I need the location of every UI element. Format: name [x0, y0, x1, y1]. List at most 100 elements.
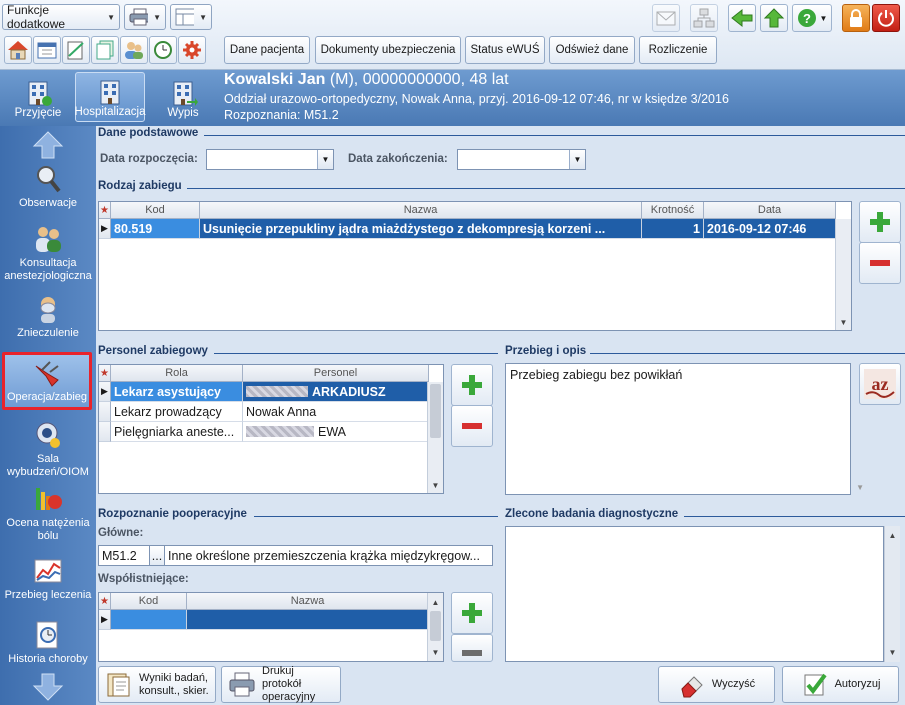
refresh-data-label: Odśwież dane	[555, 44, 629, 56]
ordered-tests-scrollbar[interactable]: ▲ ▼	[884, 526, 900, 662]
remove-procedure-button[interactable]	[859, 242, 901, 284]
staff-grid[interactable]: ★ Rola Personel ▶ Lekarz asystujący ARKA…	[98, 364, 444, 494]
nav-scroll-up[interactable]	[0, 130, 96, 160]
staff-person[interactable]: ARKADIUSZ	[243, 382, 429, 402]
message-button[interactable]	[652, 4, 680, 32]
chevron-down-icon[interactable]: ▼	[885, 644, 900, 660]
nav-item-treatment-course-label: Przebieg leczenia	[4, 589, 92, 601]
nav-item-anesthesia-consultation-label: Konsultacja anestezjologiczna	[4, 257, 92, 282]
lock-icon	[850, 9, 862, 27]
power-button[interactable]	[872, 4, 900, 32]
network-button[interactable]	[690, 4, 718, 32]
chevron-up-icon[interactable]: ▲	[428, 594, 443, 610]
diagnosis-lookup-button[interactable]: ...	[149, 545, 165, 566]
procedure-grid[interactable]: ★ Kod Nazwa Krotność Data ▶ 80.519 Usuni…	[98, 201, 852, 331]
nav-item-treatment-course[interactable]: Przebieg leczenia	[0, 556, 96, 602]
ordered-tests-textarea[interactable]	[505, 526, 884, 662]
coexisting-code-cell[interactable]	[111, 610, 187, 630]
procedure-scrollbar[interactable]: ▼	[835, 219, 851, 330]
spellcheck-button[interactable]: az	[859, 363, 901, 405]
clear-button[interactable]: Wyczyść	[658, 666, 775, 703]
col-name[interactable]: Nazwa	[187, 593, 429, 610]
chevron-down-icon[interactable]: ▼	[317, 150, 333, 169]
patients-button[interactable]	[120, 36, 148, 64]
chevron-down-icon[interactable]: ▼	[428, 644, 443, 660]
col-role[interactable]: Rola	[111, 365, 243, 382]
remove-staff-button[interactable]	[451, 405, 493, 447]
history-button[interactable]	[149, 36, 177, 64]
documents-button[interactable]	[91, 36, 119, 64]
home-button[interactable]	[4, 36, 32, 64]
staff-person-name: EWA	[318, 424, 347, 439]
staff-role[interactable]: Lekarz asystujący	[111, 382, 243, 402]
view-dropdown[interactable]: ▼	[170, 4, 212, 30]
up-button[interactable]	[760, 4, 788, 32]
coexisting-scrollbar[interactable]: ▲ ▼	[427, 593, 443, 661]
add-procedure-button[interactable]	[859, 201, 901, 243]
chevron-down-icon[interactable]: ▼	[428, 477, 443, 493]
print-dropdown[interactable]: ▼	[124, 4, 166, 30]
calendar-button[interactable]	[33, 36, 61, 64]
procedure-multiplicity[interactable]: 1	[642, 219, 704, 239]
mode-admission[interactable]: Przyjęcie	[3, 72, 73, 122]
main-diagnosis-code-input[interactable]: M51.2	[98, 545, 150, 566]
settlement-button[interactable]: Rozliczenie	[639, 36, 717, 64]
staff-person-name: Nowak Anna	[246, 404, 317, 419]
add-coexisting-button[interactable]	[451, 592, 493, 634]
procedure-name[interactable]: Usunięcie przepukliny jądra miażdżystego…	[200, 219, 642, 239]
back-button[interactable]	[728, 4, 756, 32]
nav-item-observations[interactable]: Obserwacje	[0, 164, 96, 210]
chevron-down-icon[interactable]: ▼	[836, 314, 851, 330]
nav-item-anesthesia-label: Znieczulenie	[17, 327, 79, 339]
col-code[interactable]: Kod	[111, 593, 187, 610]
notes-button[interactable]	[62, 36, 90, 64]
additional-functions-dropdown[interactable]: Funkcje dodatkowe ▼	[2, 3, 120, 31]
col-personnel[interactable]: Personel	[243, 365, 429, 382]
procedure-date[interactable]: 2016-09-12 07:46	[704, 219, 836, 239]
scrollbar-thumb[interactable]	[430, 384, 441, 438]
coexisting-grid[interactable]: ★ Kod Nazwa ▶ ▲ ▼	[98, 592, 444, 662]
patient-data-button[interactable]: Dane pacjenta	[224, 36, 310, 64]
lock-button[interactable]	[842, 4, 870, 32]
results-button[interactable]: Wyniki badań, konsult., skier.	[98, 666, 216, 703]
refresh-data-button[interactable]: Odśwież dane	[549, 36, 635, 64]
staff-person[interactable]: Nowak Anna	[243, 402, 429, 422]
scrollbar-thumb[interactable]	[430, 611, 441, 641]
mode-hospitalization[interactable]: Hospitalizacja	[75, 72, 145, 122]
tools-button[interactable]	[178, 36, 206, 64]
nav-item-operation[interactable]: Operacja/zabieg	[2, 352, 92, 410]
coexisting-name-cell[interactable]	[187, 610, 429, 630]
discharge-building-icon	[173, 81, 198, 106]
help-dropdown[interactable]: ? ▼	[792, 4, 832, 32]
nav-item-anesthesia[interactable]: Znieczulenie	[0, 294, 96, 340]
main-diagnosis-name-input[interactable]: Inne określone przemieszczenia krążka mi…	[164, 545, 493, 566]
start-date-input[interactable]: ▼	[206, 149, 334, 170]
chevron-up-icon[interactable]: ▲	[885, 527, 900, 543]
nav-item-pain-assessment[interactable]: Ocena natężenia bólu	[0, 484, 96, 543]
staff-role[interactable]: Pielęgniarka aneste...	[111, 422, 243, 442]
nav-item-medical-history[interactable]: Historia choroby	[0, 620, 96, 666]
col-date[interactable]: Data	[704, 202, 836, 219]
nav-item-anesthesia-consultation[interactable]: Konsultacja anestezjologiczna	[0, 224, 96, 283]
staff-role[interactable]: Lekarz prowadzący	[111, 402, 243, 422]
mode-discharge-label: Wypis	[167, 107, 199, 119]
col-name[interactable]: Nazwa	[200, 202, 642, 219]
chevron-down-icon[interactable]: ▼	[569, 150, 585, 169]
mode-discharge[interactable]: Wypis	[148, 72, 218, 122]
print-protocol-button[interactable]: Drukuj protokół operacyjny	[221, 665, 341, 703]
procedure-code[interactable]: 80.519	[111, 219, 200, 239]
nav-scroll-down[interactable]	[0, 672, 96, 702]
procedure-type-title: Rodzaj zabiegu	[98, 180, 182, 192]
nav-item-recovery-room[interactable]: Sala wybudzeń/OIOM	[0, 420, 96, 479]
ewus-status-button[interactable]: Status eWUŚ	[465, 36, 545, 64]
col-code[interactable]: Kod	[111, 202, 200, 219]
authorize-button[interactable]: Autoryzuj	[782, 666, 899, 703]
description-textarea[interactable]: Przebieg zabiegu bez powikłań ▼	[505, 363, 864, 495]
remove-coexisting-button[interactable]	[451, 634, 493, 662]
insurance-documents-button[interactable]: Dokumenty ubezpieczenia	[315, 36, 461, 64]
staff-person[interactable]: EWA	[243, 422, 429, 442]
staff-scrollbar[interactable]: ▼	[427, 382, 443, 493]
col-multiplicity[interactable]: Krotność	[642, 202, 704, 219]
end-date-input[interactable]: ▼	[457, 149, 586, 170]
add-staff-button[interactable]	[451, 364, 493, 406]
